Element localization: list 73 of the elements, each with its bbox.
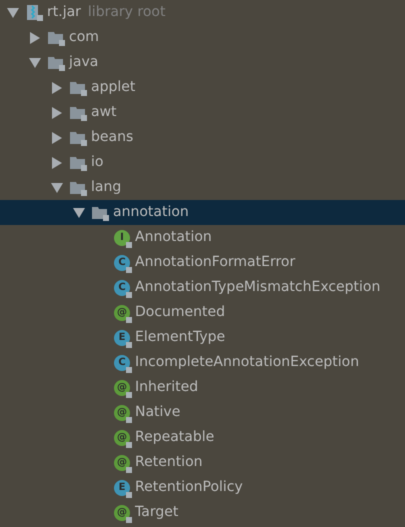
folder-icon bbox=[48, 30, 65, 46]
annotation-icon: @ bbox=[114, 430, 130, 446]
tree-row[interactable]: @ Native bbox=[0, 400, 405, 425]
node-label: rt.jar bbox=[47, 3, 81, 22]
expand-arrow-icon[interactable] bbox=[50, 82, 64, 94]
node-label: ElementType bbox=[135, 328, 226, 347]
tree-row[interactable]: @ Documented bbox=[0, 300, 405, 325]
expand-arrow-icon[interactable] bbox=[28, 32, 42, 44]
tree-row[interactable]: rt.jar library root bbox=[0, 0, 405, 25]
tree-row[interactable]: @ Repeatable bbox=[0, 425, 405, 450]
collapse-arrow-icon[interactable] bbox=[6, 6, 20, 18]
node-label: Retention bbox=[135, 453, 203, 472]
folder-icon bbox=[48, 54, 65, 70]
folder-icon bbox=[70, 130, 87, 146]
tree-row[interactable]: C IncompleteAnnotationException bbox=[0, 350, 405, 375]
tree-row[interactable]: beans bbox=[0, 125, 405, 150]
node-label: awt bbox=[91, 103, 117, 122]
tree-row[interactable]: annotation bbox=[0, 200, 405, 225]
annotation-icon: @ bbox=[114, 380, 130, 396]
collapse-arrow-icon[interactable] bbox=[72, 206, 86, 218]
node-label: java bbox=[69, 53, 98, 72]
node-label: Repeatable bbox=[135, 428, 214, 447]
node-label: AnnotationFormatError bbox=[135, 253, 296, 272]
node-label: Documented bbox=[135, 303, 226, 322]
tree-row[interactable]: java bbox=[0, 50, 405, 75]
node-label: applet bbox=[91, 78, 136, 97]
tree-row[interactable]: C AnnotationTypeMismatchException bbox=[0, 275, 405, 300]
node-label: Annotation bbox=[135, 228, 212, 247]
tree-row[interactable]: applet bbox=[0, 75, 405, 100]
node-label: annotation bbox=[113, 203, 189, 222]
interface-icon: I bbox=[114, 230, 130, 246]
folder-icon bbox=[92, 204, 109, 220]
annotation-icon: @ bbox=[114, 404, 130, 420]
tree-row[interactable]: I Annotation bbox=[0, 225, 405, 250]
node-label: Target bbox=[135, 503, 178, 522]
annotation-icon: @ bbox=[114, 504, 130, 520]
node-label: AnnotationTypeMismatchException bbox=[135, 278, 380, 297]
node-label: Inherited bbox=[135, 378, 198, 397]
tree-row[interactable]: @ Retention bbox=[0, 450, 405, 475]
tree-row[interactable]: @ Target bbox=[0, 500, 405, 525]
tree-row[interactable]: awt bbox=[0, 100, 405, 125]
node-label: com bbox=[69, 28, 99, 47]
tree-row[interactable]: E ElementType bbox=[0, 325, 405, 350]
tree-row[interactable]: io bbox=[0, 150, 405, 175]
class-icon: C bbox=[114, 354, 130, 370]
node-label: IncompleteAnnotationException bbox=[135, 353, 360, 372]
node-label: io bbox=[91, 153, 104, 172]
folder-icon bbox=[70, 180, 87, 196]
node-label: lang bbox=[91, 178, 122, 197]
folder-icon bbox=[70, 154, 87, 170]
node-label: RetentionPolicy bbox=[135, 478, 243, 497]
jar-archive-icon bbox=[26, 4, 43, 20]
folder-icon bbox=[70, 80, 87, 96]
expand-arrow-icon[interactable] bbox=[50, 106, 64, 118]
expand-arrow-icon[interactable] bbox=[50, 132, 64, 144]
expand-arrow-icon[interactable] bbox=[50, 156, 64, 168]
annotation-icon: @ bbox=[114, 454, 130, 470]
tree-row[interactable]: C AnnotationFormatError bbox=[0, 250, 405, 275]
tree-row[interactable]: @ Inherited bbox=[0, 375, 405, 400]
node-label: beans bbox=[91, 128, 134, 147]
tree-row[interactable]: E RetentionPolicy bbox=[0, 475, 405, 500]
node-note: library root bbox=[88, 3, 166, 22]
enum-icon: E bbox=[114, 330, 130, 346]
collapse-arrow-icon[interactable] bbox=[28, 56, 42, 68]
collapse-arrow-icon[interactable] bbox=[50, 182, 64, 194]
tree-row[interactable]: com bbox=[0, 25, 405, 50]
folder-icon bbox=[70, 104, 87, 120]
class-icon: C bbox=[114, 280, 130, 296]
class-icon: C bbox=[114, 254, 130, 270]
annotation-icon: @ bbox=[114, 304, 130, 320]
node-label: Native bbox=[135, 403, 180, 422]
tree-row[interactable]: lang bbox=[0, 175, 405, 200]
enum-icon: E bbox=[114, 480, 130, 496]
